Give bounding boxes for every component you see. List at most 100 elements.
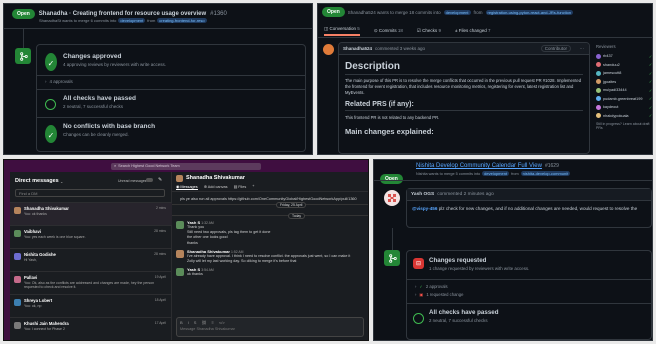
dm-list-item[interactable]: Vaibhavi 28 mins You: yes each week is one… [10, 225, 172, 248]
check-icon: ✓ [648, 54, 652, 59]
chat-message[interactable]: Yash S 3:54 AM ok thanks [176, 267, 364, 277]
reviewer-item[interactable]: kaydeout ✓ [596, 103, 652, 112]
chevron-down-icon[interactable]: ⌄ [60, 179, 63, 184]
compose-box[interactable]: B I S ⛓ ≡ </> Message Shanadha Shivakumar [176, 317, 364, 337]
reviewer-item[interactable]: mulyadi33444 ✓ [596, 86, 652, 95]
tab-add-canvas[interactable]: ⊕ Add canvas [204, 184, 228, 190]
italic-icon[interactable]: I [188, 320, 189, 325]
base-branch[interactable]: development [482, 171, 510, 176]
from-word: from [473, 9, 483, 15]
dm-title: Direct messages [15, 178, 59, 184]
dm-sidebar: Direct messages ⌄ Unread messages ✎ Find… [10, 172, 172, 340]
avatar [596, 96, 601, 102]
comment-box: Yash OGS commented 2 minutes ago @vispy-… [406, 188, 652, 228]
approved-subtitle: 4 approving reviews by reviewers with wr… [63, 62, 167, 67]
check-icon: ✓ [648, 88, 652, 93]
merge-box: ⊟ Changes requested 1 change requested b… [406, 250, 652, 340]
mention-link[interactable]: @vispy-456 [412, 206, 437, 211]
date-divider-today[interactable]: Today [288, 213, 306, 219]
chat-message[interactable]: Shanadha Shivakumar 1:52 AM I've already … [176, 249, 364, 264]
base-branch[interactable]: development [118, 18, 146, 23]
pr-merge-panel: Open Shanadha · Creating frontend for re… [3, 3, 313, 155]
conflict-subtitle: Changes can be cleanly merged. [63, 132, 129, 137]
tab-messages[interactable]: ◉ Messages [176, 184, 198, 190]
chat-message[interactable]: Yash S 1:32 AM Thank you Still need two ap… [176, 220, 364, 246]
approvals-toggle[interactable]: › ✓ 2 approvals [415, 284, 448, 289]
chat-title[interactable]: Shanadha Shivakumar [186, 175, 245, 181]
status-badge: Open [12, 9, 35, 19]
avatar [596, 79, 601, 85]
dm-list-item[interactable]: Shreya Lobert 18 April You: ok, np [10, 294, 172, 317]
tab-checks[interactable]: ☑ Checks 9 [417, 28, 441, 34]
avatar [14, 322, 21, 329]
pr-title[interactable]: Nishita Develop Community Calendar Full … [416, 163, 542, 169]
checks-title: All checks have passed [63, 95, 136, 102]
head-branch[interactable]: creating-frontend-for-reso [157, 18, 207, 23]
check-icon: ✓ [648, 105, 652, 110]
comment-author[interactable]: Yash OGS [411, 192, 434, 197]
approvals-toggle[interactable]: › 4 approvals [45, 79, 73, 84]
base-branch[interactable]: development [443, 9, 471, 15]
requested-changes-toggle[interactable]: › ▣ 1 requested change [415, 292, 463, 297]
find-dm-input[interactable]: Find a DM [15, 189, 165, 197]
avatar [14, 253, 21, 260]
avatar [14, 276, 21, 283]
strike-icon[interactable]: S [194, 320, 197, 325]
from-word: from [511, 171, 519, 176]
pr-review-panel: Nishita Develop Community Calendar Full … [373, 159, 653, 341]
reviewer-name: pudamb.greenbreat199 [603, 96, 643, 101]
tab-conversation[interactable]: ◫ Conversation 5 [324, 26, 360, 36]
reviewer-item[interactable]: pudamb.greenbreat199 ✓ [596, 95, 652, 104]
draft-pr-note[interactable]: Still in progress? Learn about draft PRs [596, 122, 652, 130]
pr-number: #1629 [544, 163, 559, 169]
tab-commits[interactable]: ⊙ Commits 18 [374, 28, 403, 34]
list-icon[interactable]: ≡ [212, 320, 214, 325]
status-badge: Open [322, 7, 345, 17]
merge-box: ✓ Changes approved 4 approving reviews b… [36, 44, 306, 152]
add-tab-icon[interactable]: + [252, 184, 254, 190]
unread-toggle[interactable] [146, 178, 153, 182]
changes-requested-title: Changes requested [429, 257, 487, 264]
conflict-title: No conflicts with base branch [63, 123, 156, 130]
no-conflict-icon: ✓ [45, 125, 57, 143]
dm-preview: Hi Yash, [24, 258, 37, 262]
avatar [14, 230, 21, 237]
pr-title: Shanadha · Creating frontend for resourc… [38, 11, 207, 17]
checks-title: All checks have passed [429, 309, 499, 316]
dm-name: Shanadha Shivakumar [24, 206, 69, 211]
avatar[interactable] [323, 44, 334, 55]
bold-icon[interactable]: B [180, 320, 183, 325]
avatar[interactable] [384, 190, 400, 206]
date-divider[interactable]: Friday, 25 April [276, 202, 307, 208]
tab-files[interactable]: ▤ Files [234, 184, 247, 190]
status-badge: Open [380, 174, 403, 184]
dm-list-item[interactable]: Shanadha Shivakumar 2 mins You: ok thanks [10, 202, 172, 225]
check-icon: ✓ [648, 80, 652, 85]
reviewer-item[interactable]: rb437 ✓ [596, 52, 652, 61]
reviewer-item[interactable]: jamescutt8 ✓ [596, 69, 652, 78]
reviewer-item[interactable]: shanduu2 ✓ [596, 61, 652, 70]
dm-list-item[interactable]: Nishita Godishe 28 mins Hi Yash, [10, 248, 172, 271]
search-input[interactable]: ⌕ Search Highest Good Network Team [111, 162, 261, 170]
tab-files-changed[interactable]: ± Files changed 7 [455, 28, 491, 33]
comment-author[interactable]: Shanadha524 [343, 46, 372, 51]
pr-subtitle: Nishita wants to merge 5 commits into [416, 171, 481, 176]
dm-list-item[interactable]: Pallavi 19 April You: Ok, also as the conf… [10, 271, 172, 294]
head-branch[interactable]: nishita-develop-communit [520, 171, 571, 176]
search-icon: ⌕ [114, 164, 117, 168]
avatar [176, 175, 183, 182]
reviewer-item[interactable]: jgoaites ✓ [596, 78, 652, 87]
kebab-menu-icon[interactable]: ··· [580, 46, 585, 51]
code-icon[interactable]: </> [219, 320, 225, 325]
reviewer-item[interactable]: nhakdypokuala ✓ [596, 112, 652, 121]
dm-list-item[interactable]: Khushi Jain Mahendra 17 April You: I conne… [10, 317, 172, 340]
link-icon[interactable]: ⛓ [201, 320, 206, 325]
pr-subtitle: ShanadhaSt wants to merge 6 commits into [39, 18, 117, 23]
compose-input[interactable]: Message Shanadha Shivakumar [177, 327, 363, 331]
check-icon: ✓ [648, 97, 652, 102]
avatar [596, 104, 601, 110]
head-branch[interactable]: registration-using-pyton-react-and-JRs-f… [485, 9, 574, 15]
chat-area: Shanadha Shivakumar ◉ Messages ⊕ Add can… [172, 172, 368, 340]
compose-icon[interactable]: ✎ [158, 177, 162, 183]
dm-preview: You: ok, np [24, 304, 42, 308]
